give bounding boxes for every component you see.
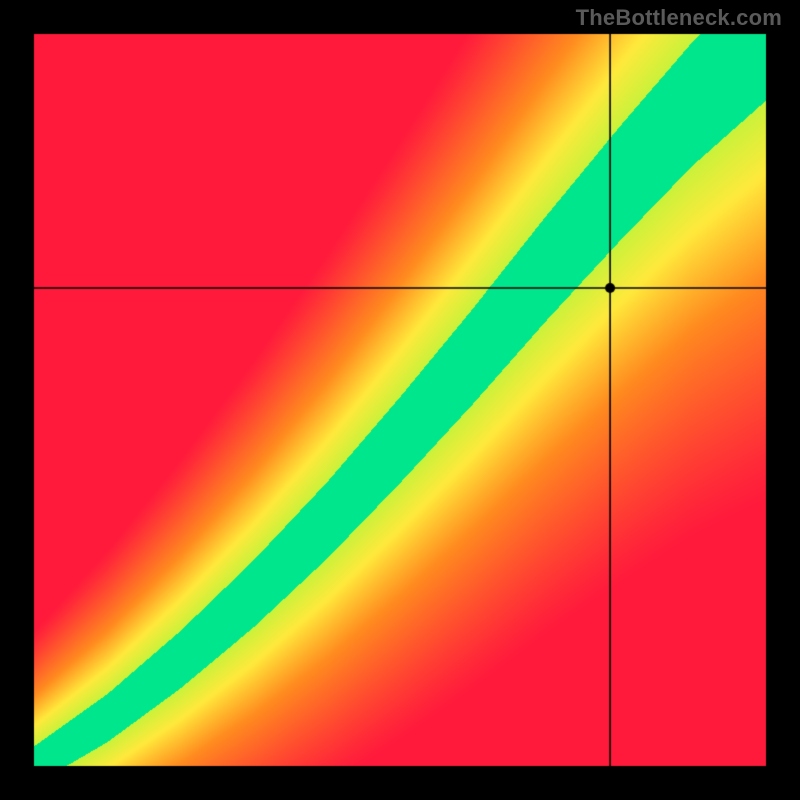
watermark-text: TheBottleneck.com bbox=[576, 5, 782, 31]
heatmap-canvas bbox=[0, 0, 800, 800]
chart-container: TheBottleneck.com bbox=[0, 0, 800, 800]
